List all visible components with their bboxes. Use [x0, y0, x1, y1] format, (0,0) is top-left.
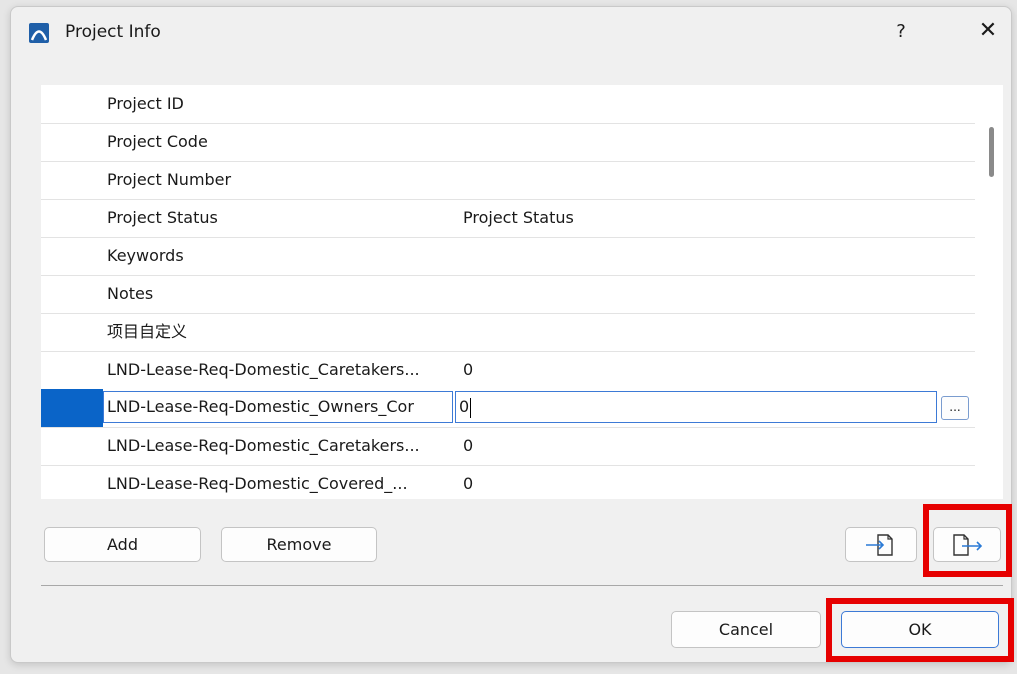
- remove-button[interactable]: Remove: [221, 527, 377, 562]
- divider: [41, 585, 1003, 586]
- dialog-title: Project Info: [65, 22, 161, 42]
- text-caret: [470, 397, 472, 418]
- title-bar: Project Info ? ✕: [11, 7, 1011, 59]
- table-row-selected[interactable]: LND-Lease-Req-Domestic_Owners_Cor 0 ...: [41, 389, 975, 428]
- import-button[interactable]: [845, 527, 917, 562]
- row-value[interactable]: 0: [463, 427, 473, 465]
- table-row[interactable]: Project Status Project Status: [41, 199, 975, 238]
- ok-button[interactable]: OK: [841, 611, 999, 648]
- app-icon: [29, 23, 49, 43]
- row-name-field[interactable]: LND-Lease-Req-Domestic_Owners_Cor: [103, 391, 453, 423]
- table-row[interactable]: Project ID: [41, 85, 975, 124]
- row-value[interactable]: Project Status: [463, 199, 574, 237]
- row-name: Project Status: [107, 208, 218, 227]
- table-row[interactable]: Project Code: [41, 123, 975, 162]
- table-row[interactable]: 项目自定义: [41, 313, 975, 352]
- table-row[interactable]: Notes: [41, 275, 975, 314]
- table-row[interactable]: Keywords: [41, 237, 975, 276]
- export-file-icon: [953, 533, 983, 556]
- row-name: Notes: [107, 284, 154, 303]
- table-row[interactable]: LND-Lease-Req-Domestic_Covered_... 0: [41, 465, 975, 499]
- export-button[interactable]: [933, 527, 1001, 562]
- ellipsis-button[interactable]: ...: [941, 396, 969, 420]
- row-value-text: 0: [459, 397, 470, 416]
- table-row[interactable]: LND-Lease-Req-Domestic_Caretakers... 0: [41, 427, 975, 466]
- project-info-table: Project ID Project Code Project Number P…: [41, 85, 1003, 499]
- add-button[interactable]: Add: [44, 527, 201, 562]
- row-value[interactable]: 0: [463, 465, 473, 499]
- row-name: LND-Lease-Req-Domestic_Covered_...: [107, 474, 408, 493]
- close-icon[interactable]: ✕: [976, 18, 1000, 43]
- vertical-scrollbar[interactable]: [989, 127, 994, 177]
- row-value[interactable]: 0: [463, 351, 473, 389]
- table-row[interactable]: LND-Lease-Req-Domestic_Caretakers... 0: [41, 351, 975, 390]
- import-file-icon: [866, 533, 893, 556]
- row-name: Project ID: [107, 94, 184, 113]
- row-name: Project Number: [107, 170, 232, 189]
- row-selection-marker: [41, 389, 103, 427]
- row-name: 项目自定义: [107, 322, 188, 341]
- table-row[interactable]: Project Number: [41, 161, 975, 200]
- cancel-button[interactable]: Cancel: [671, 611, 821, 648]
- help-button[interactable]: ?: [891, 21, 911, 42]
- row-name: LND-Lease-Req-Domestic_Caretakers...: [107, 436, 420, 455]
- row-name: Project Code: [107, 132, 208, 151]
- row-value-field[interactable]: 0: [455, 391, 937, 423]
- row-name: Keywords: [107, 246, 184, 265]
- row-name: LND-Lease-Req-Domestic_Caretakers...: [107, 360, 420, 379]
- project-info-dialog: Project Info ? ✕ Project ID Project Code…: [10, 6, 1012, 663]
